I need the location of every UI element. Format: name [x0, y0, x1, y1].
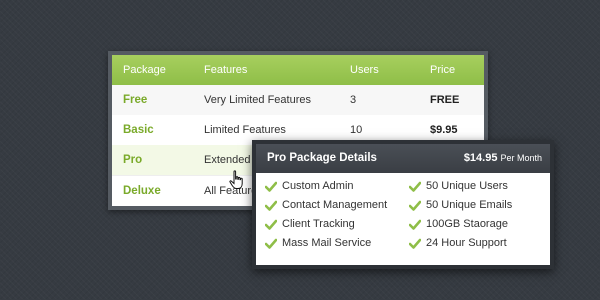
feature-label: 50 Unique Emails: [426, 199, 513, 211]
details-title: Pro Package Details: [267, 152, 377, 164]
feature-label: 100GB Staorage: [426, 218, 508, 230]
details-price-period: Per Month: [500, 153, 542, 163]
check-icon: [409, 181, 421, 192]
feature-label: Contact Management: [282, 199, 388, 211]
check-icon: [409, 200, 421, 211]
check-icon: [265, 200, 277, 211]
header-package: Package: [123, 64, 166, 76]
pro-package-details-popup: Pro Package Details $14.95 Per Month Cust…: [252, 140, 554, 269]
cell-package: Basic: [123, 124, 154, 136]
check-icon: [409, 238, 421, 249]
feature-label: Client Tracking: [282, 218, 355, 230]
feature-label: 50 Unique Users: [426, 180, 508, 192]
cell-package: Free: [123, 94, 148, 106]
check-icon: [265, 238, 277, 249]
feature-label: Mass Mail Service: [282, 237, 372, 249]
check-icon: [265, 219, 277, 230]
details-header: Pro Package Details $14.95 Per Month: [256, 144, 550, 173]
details-price-amount: $14.95: [463, 152, 498, 164]
table-header: Package Features Users Price: [112, 55, 484, 85]
details-price: $14.95 Per Month: [464, 144, 542, 173]
feature-label: Custom Admin: [282, 180, 354, 192]
header-features: Features: [204, 64, 248, 76]
table-row-free[interactable]: Free Very Limited Features 3 FREE: [112, 85, 484, 115]
hand-cursor-icon: [229, 170, 243, 189]
cell-package: Deluxe: [123, 185, 161, 197]
check-icon: [265, 181, 277, 192]
header-price: Price: [430, 64, 456, 76]
cell-package: Pro: [123, 154, 143, 166]
check-icon: [409, 219, 421, 230]
details-body: Custom Admin Contact Management Client T…: [256, 173, 550, 265]
feature-label: 24 Hour Support: [426, 237, 507, 249]
cell-users: 3: [350, 94, 357, 106]
cell-price: FREE: [430, 94, 460, 106]
cell-features: Very Limited Features: [204, 94, 311, 106]
header-users: Users: [350, 64, 379, 76]
